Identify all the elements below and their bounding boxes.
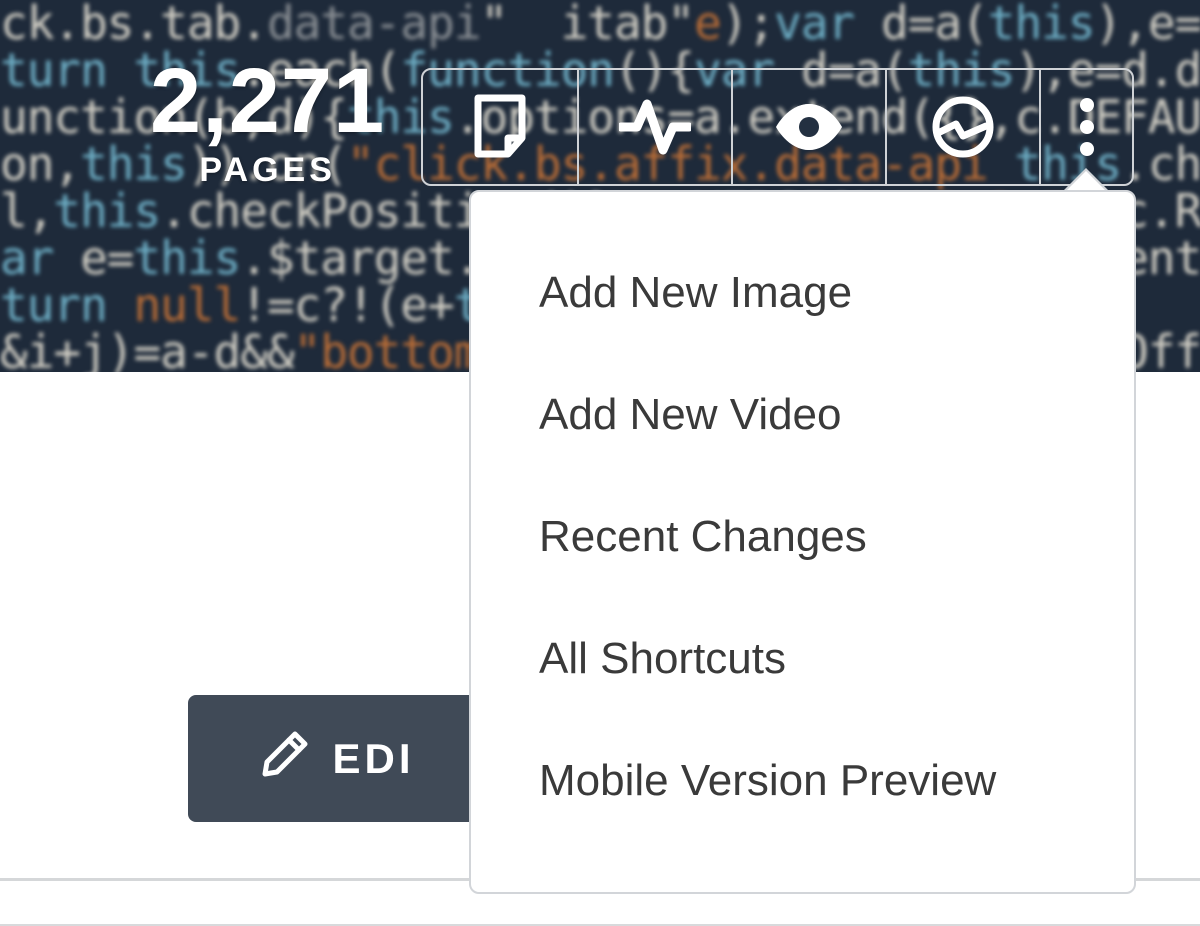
page-count-value: 2,271 xyxy=(150,55,385,147)
new-page-icon xyxy=(472,94,528,160)
edit-button[interactable]: EDIT xyxy=(188,695,483,822)
globe-button[interactable] xyxy=(885,70,1039,184)
pencil-icon xyxy=(259,728,311,790)
menu-all-shortcuts[interactable]: All Shortcuts xyxy=(471,598,1134,720)
menu-add-new-video[interactable]: Add New Video xyxy=(471,354,1134,476)
globe-icon xyxy=(932,96,994,158)
menu-recent-changes[interactable]: Recent Changes xyxy=(471,476,1134,598)
pages-label: PAGES xyxy=(150,151,385,190)
activity-button[interactable] xyxy=(577,70,731,184)
page-counter: 2,271 PAGES xyxy=(150,55,385,190)
new-page-button[interactable] xyxy=(423,70,577,184)
eye-icon xyxy=(774,104,844,150)
edit-button-label: EDIT xyxy=(333,735,413,783)
menu-add-new-image[interactable]: Add New Image xyxy=(471,232,1134,354)
more-dots-icon xyxy=(1078,96,1096,158)
more-actions-dropdown: Add New Image Add New Video Recent Chang… xyxy=(469,190,1136,894)
action-toolbar xyxy=(421,68,1134,186)
more-actions-button[interactable] xyxy=(1039,70,1132,184)
activity-icon xyxy=(619,98,691,156)
watch-button[interactable] xyxy=(731,70,885,184)
menu-mobile-preview[interactable]: Mobile Version Preview xyxy=(471,720,1134,842)
